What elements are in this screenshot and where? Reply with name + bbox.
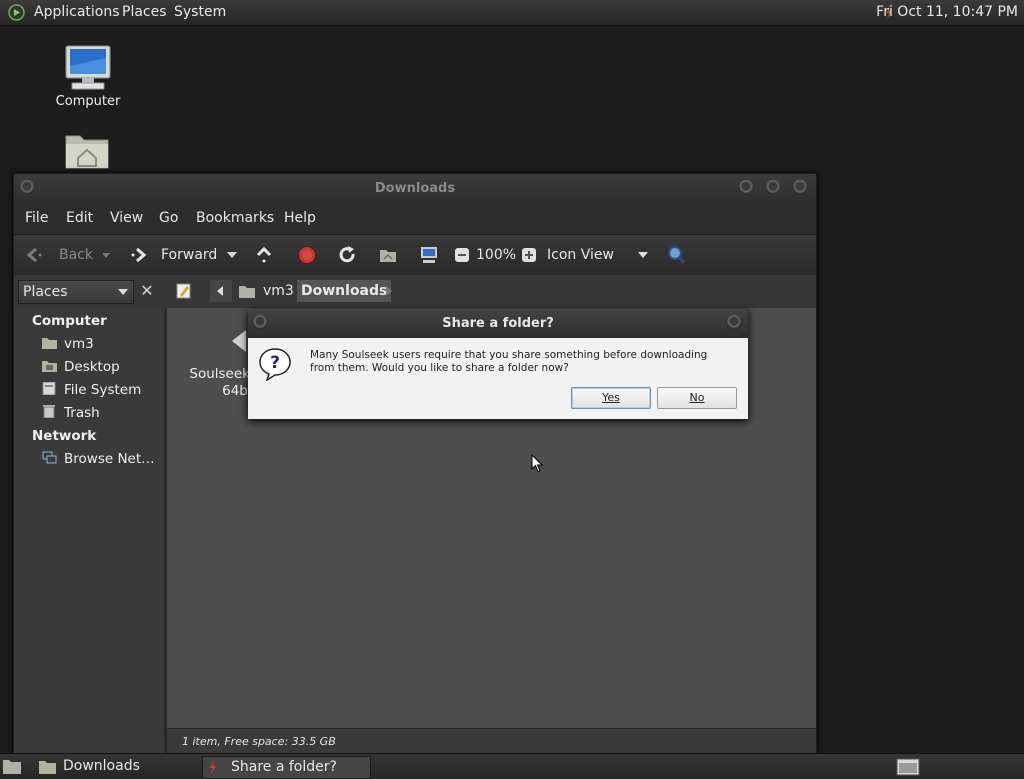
- computer-icon: [65, 45, 111, 90]
- sidebar-heading-network: Network: [32, 428, 97, 444]
- yes-button[interactable]: Yes: [571, 387, 651, 409]
- share-folder-dialog: Share a folder? ? Many Soulseek users re…: [248, 309, 748, 419]
- places-menu[interactable]: Places: [122, 4, 167, 20]
- zoom-out-icon[interactable]: [454, 247, 470, 263]
- network-icon: [42, 451, 57, 464]
- task-share-folder[interactable]: Share a folder?: [202, 756, 371, 779]
- dialog-titlebar[interactable]: Share a folder?: [248, 309, 748, 338]
- view-mode-dropdown[interactable]: [638, 252, 648, 258]
- status-text: 1 item, Free space: 33.5 GB: [182, 735, 336, 748]
- no-button[interactable]: No: [657, 387, 737, 409]
- stop-icon[interactable]: [297, 245, 317, 265]
- home-folder-icon: [65, 135, 109, 169]
- desktop-folder-icon: [42, 361, 57, 372]
- window-title: Downloads: [374, 181, 456, 196]
- breadcrumb-vm3[interactable]: vm3: [263, 280, 294, 302]
- desktop-icon-home[interactable]: [64, 130, 112, 170]
- back-button[interactable]: Back: [59, 247, 93, 263]
- forward-arrow-icon[interactable]: [129, 245, 149, 265]
- view-mode-select[interactable]: Icon View: [547, 247, 614, 263]
- breadcrumb-back-button[interactable]: [210, 280, 232, 302]
- menu-help[interactable]: Help: [284, 210, 316, 226]
- chevron-left-icon: [217, 286, 223, 296]
- file-icon: [232, 330, 246, 352]
- home-icon[interactable]: [378, 245, 398, 265]
- dialog-close-button[interactable]: [726, 314, 742, 330]
- home-folder-icon: [239, 286, 255, 298]
- menu-file[interactable]: File: [25, 210, 48, 226]
- dialog-message: Many Soulseek users require that you sha…: [310, 349, 708, 374]
- trash-icon: [43, 405, 55, 418]
- close-button[interactable]: [792, 179, 808, 195]
- question-icon: ?: [259, 348, 291, 381]
- places-sidebar: Computer vm3 Desktop File System Trash N…: [14, 308, 167, 754]
- menu-edit[interactable]: Edit: [66, 210, 93, 226]
- reload-icon[interactable]: [337, 245, 357, 265]
- sidebar-combo-label: Places: [23, 284, 68, 300]
- sidebar-item-label: vm3: [64, 336, 94, 352]
- breadcrumb-downloads[interactable]: Downloads: [297, 280, 392, 302]
- forward-button[interactable]: Forward: [161, 247, 217, 263]
- sidebar-item-label: Browse Net…: [64, 451, 155, 467]
- computer-icon[interactable]: [419, 245, 439, 265]
- maximize-button[interactable]: [765, 179, 781, 195]
- sidebar-item-browse-network[interactable]: Browse Net…: [42, 451, 155, 467]
- toolbar: Back Forward 100% Icon View: [14, 234, 816, 276]
- location-bar: Places ✕ vm3 Downloads: [14, 275, 816, 308]
- back-history-dropdown[interactable]: [102, 253, 110, 258]
- search-icon[interactable]: [666, 245, 686, 265]
- chevron-down-icon: [118, 289, 128, 295]
- menu-go[interactable]: Go: [159, 210, 178, 226]
- sidebar-item-file-system[interactable]: File System: [42, 382, 141, 398]
- home-folder-icon: [42, 338, 57, 349]
- task-label: Share a folder?: [231, 759, 337, 775]
- up-arrow-icon[interactable]: [254, 245, 274, 265]
- menu-view[interactable]: View: [110, 210, 143, 226]
- workspace-switcher-icon[interactable]: [896, 758, 920, 776]
- task-label: Downloads: [63, 758, 140, 774]
- sidebar-item-label: Desktop: [64, 359, 120, 375]
- sidebar-item-trash[interactable]: Trash: [42, 405, 100, 421]
- sidebar-item-label: File System: [64, 382, 142, 398]
- mouse-cursor-icon: [531, 454, 543, 473]
- clock[interactable]: Fri Oct 11, 10:47 PM: [876, 4, 1018, 20]
- minimize-button[interactable]: [738, 179, 754, 195]
- applications-menu[interactable]: Applications: [34, 4, 120, 20]
- distro-logo-icon[interactable]: [8, 4, 25, 21]
- bottom-panel: Downloads Share a folder?: [0, 753, 1024, 779]
- sidebar-heading-computer: Computer: [32, 313, 107, 329]
- soulseek-icon: [210, 761, 216, 774]
- system-menu[interactable]: System: [174, 4, 226, 20]
- desktop-icon-label: Computer: [55, 94, 121, 109]
- status-bar: 1 item, Free space: 33.5 GB: [167, 728, 816, 754]
- sidebar-places-combo[interactable]: Places: [18, 280, 134, 304]
- menubar: File Edit View Go Bookmarks Help: [14, 202, 816, 234]
- top-panel: Applications Places System Fri Oct 11, 1…: [0, 0, 1024, 26]
- folder-icon: [39, 761, 56, 774]
- sidebar-item-desktop[interactable]: Desktop: [42, 359, 120, 375]
- close-sidebar-icon[interactable]: ✕: [137, 281, 157, 301]
- desktop-icon-computer[interactable]: Computer: [52, 44, 124, 109]
- forward-history-dropdown[interactable]: [227, 252, 237, 258]
- drive-icon: [42, 382, 56, 395]
- back-arrow-icon[interactable]: [24, 245, 44, 265]
- show-desktop-icon[interactable]: [2, 757, 22, 775]
- file-manager-window: Downloads File Edit View Go Bookmarks He…: [13, 173, 817, 755]
- breadcrumb-forward-icon[interactable]: [386, 286, 392, 296]
- edit-location-icon[interactable]: [175, 282, 193, 300]
- zoom-in-icon[interactable]: [521, 247, 537, 263]
- sidebar-item-label: Trash: [64, 405, 100, 421]
- svg-text:?: ?: [270, 353, 280, 373]
- window-titlebar[interactable]: Downloads: [14, 174, 816, 202]
- zoom-level[interactable]: 100%: [476, 247, 516, 263]
- dialog-title: Share a folder?: [442, 316, 554, 331]
- menu-bookmarks[interactable]: Bookmarks: [196, 210, 274, 226]
- sidebar-item-vm3[interactable]: vm3: [42, 336, 94, 352]
- task-downloads[interactable]: Downloads: [36, 756, 196, 777]
